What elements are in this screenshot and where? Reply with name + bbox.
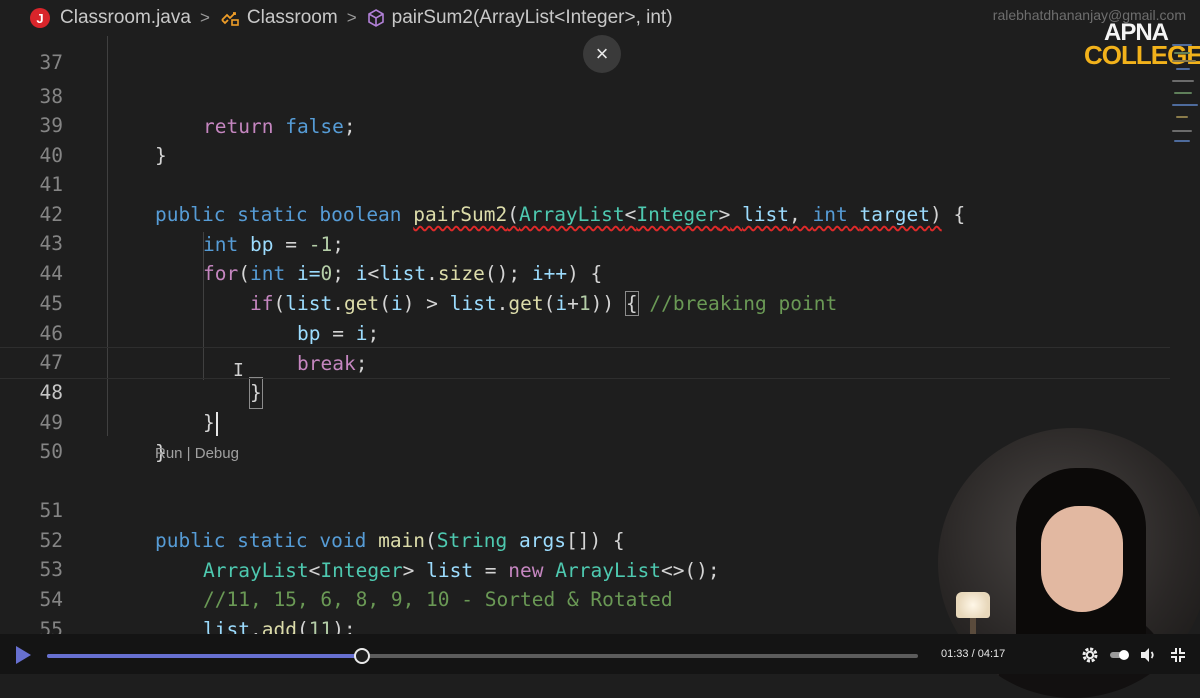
code-line[interactable]: 46 break; bbox=[0, 289, 1170, 375]
code-line[interactable]: 41 public static boolean pairSum2(ArrayL… bbox=[0, 140, 1170, 226]
video-player-controls: 01:33 / 04:17 bbox=[0, 634, 1200, 674]
class-icon bbox=[219, 8, 241, 28]
breadcrumb-method[interactable]: pairSum2(ArrayList<Integer>, int) bbox=[392, 7, 673, 29]
autoplay-toggle-icon[interactable] bbox=[1108, 645, 1132, 665]
java-file-icon: J bbox=[30, 8, 50, 28]
line-number: 50 bbox=[39, 440, 63, 463]
code-line[interactable]: 39 } bbox=[0, 81, 1170, 167]
close-icon: × bbox=[595, 41, 609, 66]
breadcrumb-file[interactable]: Classroom.java bbox=[60, 7, 191, 29]
method-cube-icon bbox=[366, 8, 386, 28]
presenter-face bbox=[1041, 506, 1123, 612]
close-button[interactable]: × bbox=[583, 35, 621, 73]
progress-bar[interactable] bbox=[47, 648, 918, 664]
code-line[interactable]: 40 bbox=[0, 111, 1170, 167]
progress-thumb[interactable] bbox=[354, 648, 370, 664]
code-line[interactable]: 50 bbox=[0, 407, 1170, 463]
code-line[interactable]: 47 } bbox=[0, 318, 1170, 409]
code-line[interactable]: 42 int bp = -1; bbox=[0, 170, 1170, 256]
settings-gear-icon[interactable] bbox=[1080, 645, 1100, 665]
play-icon bbox=[16, 646, 31, 664]
time-display: 01:33 / 04:17 bbox=[941, 648, 1006, 660]
code-line[interactable]: 49 } bbox=[0, 378, 1170, 464]
progress-fill bbox=[47, 654, 362, 658]
code-line[interactable]: 43 for(int i=0; i<list.size(); i++) { bbox=[0, 199, 1170, 285]
chevron-right-icon: > bbox=[199, 8, 210, 27]
breadcrumb-class[interactable]: Classroom bbox=[247, 7, 338, 29]
chevron-right-icon: > bbox=[346, 8, 357, 27]
codelens-run-debug[interactable]: Run | Debug bbox=[155, 445, 239, 462]
code-line[interactable]: 45 bp = i; bbox=[0, 259, 1170, 345]
code-line-current[interactable]: 48 } bbox=[0, 347, 1170, 436]
code-line[interactable]: 44 if(list.get(i) > list.get(i+1)) { //b… bbox=[0, 229, 1170, 316]
lamp bbox=[956, 592, 990, 618]
fullscreen-icon[interactable] bbox=[1168, 645, 1188, 665]
play-button[interactable] bbox=[12, 644, 34, 666]
ibeam-cursor-icon: I bbox=[233, 360, 244, 381]
volume-icon[interactable] bbox=[1138, 645, 1158, 665]
